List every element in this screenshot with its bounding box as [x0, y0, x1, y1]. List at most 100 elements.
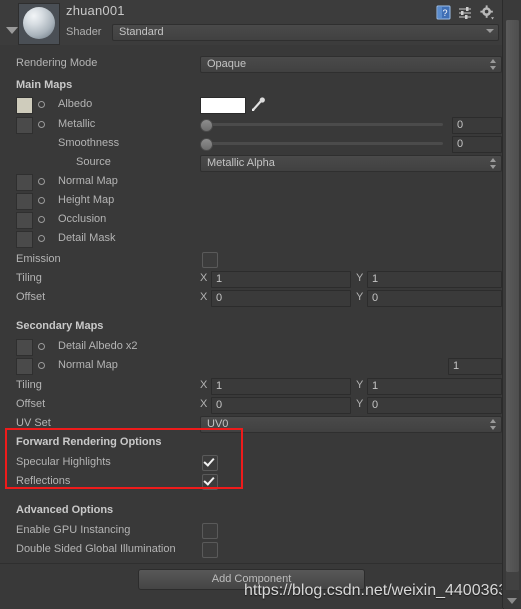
shader-dropdown[interactable]: Standard	[112, 24, 499, 41]
main-tiling-y-field[interactable]: 1	[367, 271, 502, 288]
detail-albedo-label: Detail Albedo x2	[58, 340, 138, 352]
main-offset-y-axis: Y	[356, 291, 364, 303]
albedo-color-field[interactable]	[200, 97, 246, 114]
specular-highlights-label: Specular Highlights	[16, 456, 111, 468]
updown-arrows-icon	[490, 419, 497, 430]
eyedropper-icon[interactable]	[250, 96, 267, 113]
row-albedo: Albedo	[0, 95, 503, 114]
scrollbar-region[interactable]	[502, 0, 521, 608]
source-label: Source	[76, 156, 111, 168]
inspector-header: zhuan001 Shader Standard ?	[0, 0, 503, 46]
row-detail-albedo: Detail Albedo x2	[0, 337, 503, 356]
secondary-normal-map-texture-slot[interactable]	[16, 358, 33, 375]
secondary-normal-map-scale-field[interactable]: 1	[448, 358, 502, 375]
rendering-mode-label: Rendering Mode	[16, 57, 98, 69]
main-offset-y-value: 0	[372, 292, 379, 304]
preset-icon[interactable]	[458, 5, 473, 20]
albedo-target-icon[interactable]	[38, 101, 45, 108]
section-advanced-options: Advanced Options	[0, 501, 503, 520]
shader-dropdown-value: Standard	[119, 26, 164, 38]
scroll-down-arrow-icon[interactable]	[507, 598, 517, 604]
main-offset-x-value: 0	[216, 292, 223, 304]
material-preview-thumbnail[interactable]	[18, 3, 60, 45]
section-main-maps: Main Maps	[0, 76, 503, 95]
section-secondary-maps: Secondary Maps	[0, 317, 503, 336]
normal-map-texture-slot[interactable]	[16, 174, 33, 191]
albedo-label: Albedo	[58, 98, 93, 110]
secondary-normal-map-target-icon[interactable]	[38, 362, 45, 369]
height-map-target-icon[interactable]	[38, 197, 45, 204]
row-height-map: Height Map	[0, 191, 503, 210]
occlusion-target-icon[interactable]	[38, 216, 45, 223]
main-offset-x-field[interactable]: 0	[211, 290, 351, 307]
reflections-label: Reflections	[16, 475, 71, 487]
svg-text:?: ?	[442, 8, 447, 18]
secondary-tiling-y-field[interactable]: 1	[367, 378, 502, 395]
smoothness-label: Smoothness	[58, 137, 120, 149]
row-specular-highlights: Specular Highlights	[0, 453, 503, 472]
albedo-texture-slot[interactable]	[16, 97, 33, 114]
help-icon[interactable]: ?	[436, 5, 451, 20]
double-sided-gi-checkbox[interactable]	[202, 542, 218, 558]
detail-mask-texture-slot[interactable]	[16, 231, 33, 248]
foldout-triangle-icon[interactable]	[6, 27, 18, 34]
height-map-label: Height Map	[58, 194, 115, 206]
secondary-tiling-x-field[interactable]: 1	[211, 378, 351, 395]
secondary-tiling-y-value: 1	[372, 380, 379, 392]
material-preview-sphere-icon	[23, 7, 55, 39]
metallic-value-field[interactable]: 0	[452, 117, 502, 134]
metallic-value: 0	[457, 119, 464, 131]
gpu-instancing-checkbox[interactable]	[202, 523, 218, 539]
inspector-body: Rendering Mode Opaque Main Maps Albedo M…	[0, 45, 504, 563]
row-uv-set: UV Set UV0	[0, 414, 503, 433]
normal-map-target-icon[interactable]	[38, 178, 45, 185]
metallic-slider[interactable]	[200, 119, 443, 132]
main-offset-y-field[interactable]: 0	[367, 290, 502, 307]
settings-gear-icon[interactable]	[480, 5, 495, 20]
material-name: zhuan001	[66, 3, 125, 18]
row-secondary-offset: Offset X 0 Y 0	[0, 395, 503, 414]
secondary-tiling-x-axis: X	[200, 379, 208, 391]
scrollbar-thumb[interactable]	[506, 20, 519, 572]
section-forward-rendering-options: Forward Rendering Options	[0, 433, 503, 452]
secondary-offset-y-field[interactable]: 0	[367, 397, 502, 414]
updown-arrows-icon	[490, 158, 497, 169]
main-tiling-x-field[interactable]: 1	[211, 271, 351, 288]
secondary-offset-x-value: 0	[216, 399, 223, 411]
row-secondary-normal-map: Normal Map 1	[0, 356, 503, 375]
row-rendering-mode: Rendering Mode Opaque	[0, 54, 503, 73]
emission-label: Emission	[16, 253, 61, 265]
detail-albedo-texture-slot[interactable]	[16, 339, 33, 356]
smoothness-value-field[interactable]: 0	[452, 136, 502, 153]
secondary-offset-x-field[interactable]: 0	[211, 397, 351, 414]
header-icon-group: ?	[436, 5, 495, 20]
row-emission: Emission	[0, 250, 503, 269]
smoothness-source-dropdown[interactable]: Metallic Alpha	[200, 155, 502, 172]
specular-highlights-checkbox[interactable]	[202, 455, 218, 471]
occlusion-label: Occlusion	[58, 213, 107, 225]
main-tiling-label: Tiling	[16, 272, 42, 284]
emission-checkbox[interactable]	[202, 252, 218, 268]
row-main-tiling: Tiling X 1 Y 1	[0, 269, 503, 288]
row-normal-map: Normal Map	[0, 172, 503, 191]
detail-mask-target-icon[interactable]	[38, 235, 45, 242]
row-metallic: Metallic 0	[0, 115, 503, 134]
metallic-label: Metallic	[58, 118, 96, 130]
secondary-offset-y-value: 0	[372, 399, 379, 411]
row-gpu-instancing: Enable GPU Instancing	[0, 521, 503, 540]
main-tiling-y-axis: Y	[356, 272, 364, 284]
metallic-texture-slot[interactable]	[16, 117, 33, 134]
detail-albedo-target-icon[interactable]	[38, 343, 45, 350]
main-tiling-x-axis: X	[200, 272, 208, 284]
uv-set-dropdown[interactable]: UV0	[200, 416, 502, 433]
secondary-tiling-label: Tiling	[16, 379, 42, 391]
occlusion-texture-slot[interactable]	[16, 212, 33, 229]
rendering-mode-dropdown[interactable]: Opaque	[200, 56, 502, 73]
height-map-texture-slot[interactable]	[16, 193, 33, 210]
metallic-slider-knob[interactable]	[200, 119, 213, 132]
main-offset-x-axis: X	[200, 291, 208, 303]
metallic-target-icon[interactable]	[38, 121, 45, 128]
smoothness-slider-knob[interactable]	[200, 138, 213, 151]
smoothness-slider[interactable]	[200, 138, 443, 151]
reflections-checkbox[interactable]	[202, 474, 218, 490]
